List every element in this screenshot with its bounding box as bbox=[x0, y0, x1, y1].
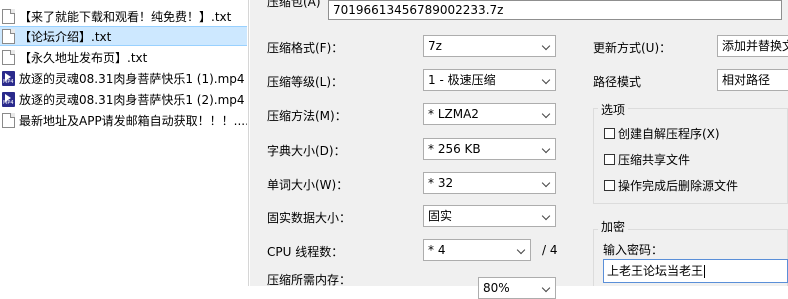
sfx-checkbox[interactable] bbox=[604, 128, 615, 139]
path-mode-select[interactable]: 相对路径 bbox=[717, 69, 788, 91]
file-row[interactable]: 【论坛介绍】.txt bbox=[0, 26, 247, 46]
format-value: 7z bbox=[428, 39, 442, 53]
word-label: 单词大小(W)： bbox=[267, 178, 349, 192]
file-name: 【永久地址发布页】.txt bbox=[19, 50, 148, 65]
update-mode-value: 添加并替换文 bbox=[722, 39, 788, 53]
file-name: 最新地址及APP请发邮箱自动获取！！！.... bbox=[19, 113, 247, 128]
encryption-title: 加密 bbox=[598, 218, 629, 235]
update-mode-select[interactable]: 添加并替换文 bbox=[717, 35, 788, 57]
chevron-down-icon bbox=[514, 240, 530, 260]
delete-label: 操作完成后删除源文件 bbox=[618, 179, 739, 193]
archive-name-input[interactable]: 70196613456789002233.7z bbox=[328, 0, 782, 20]
threads-select[interactable]: * 4 bbox=[423, 239, 531, 261]
method-select[interactable]: * LZMA2 bbox=[423, 103, 556, 125]
text-caret bbox=[704, 265, 706, 278]
file-row[interactable]: 【永久地址发布页】.txt bbox=[0, 47, 247, 67]
file-name: 【论坛介绍】.txt bbox=[19, 29, 112, 44]
password-value: 上老王论坛当老王 bbox=[607, 264, 704, 278]
chevron-down-icon bbox=[539, 278, 555, 298]
chevron-down-icon bbox=[539, 206, 555, 226]
word-select[interactable]: * 32 bbox=[423, 172, 556, 194]
password-label: 输入密码： bbox=[603, 243, 664, 257]
solid-select[interactable]: 固实 bbox=[423, 205, 556, 227]
file-row[interactable]: MP4 放逐的灵魂08.31肉身菩萨快乐1 (2).mp4 bbox=[0, 89, 247, 109]
level-select[interactable]: 1 - 极速压缩 bbox=[423, 69, 556, 91]
mp4-badge: MP4 bbox=[3, 99, 14, 106]
options-title: 选项 bbox=[598, 101, 629, 118]
chevron-down-icon bbox=[539, 70, 555, 90]
dict-label: 字典大小(D)： bbox=[267, 144, 346, 158]
memory-select[interactable]: 80% bbox=[478, 277, 556, 299]
text-file-icon bbox=[2, 112, 15, 128]
level-value: 1 - 极速压缩 bbox=[428, 73, 496, 87]
method-label: 压缩方法(M)： bbox=[267, 109, 347, 123]
threads-value: * 4 bbox=[428, 243, 446, 257]
video-file-icon: MP4 bbox=[2, 91, 15, 107]
path-mode-label: 路径模式 bbox=[593, 75, 642, 89]
chevron-down-icon bbox=[539, 36, 555, 56]
text-file-icon bbox=[2, 28, 15, 44]
level-label: 压缩等级(L)： bbox=[267, 75, 344, 89]
dict-value: * 256 KB bbox=[428, 142, 481, 156]
text-file-icon bbox=[2, 49, 15, 65]
path-mode-value: 相对路径 bbox=[722, 73, 771, 87]
chevron-down-icon bbox=[539, 173, 555, 193]
mp4-badge: MP4 bbox=[3, 78, 14, 85]
shared-label: 压缩共享文件 bbox=[618, 153, 691, 167]
chevron-down-icon bbox=[539, 104, 555, 124]
text-file-icon bbox=[2, 8, 15, 24]
file-name: 【来了就能下载和观看！纯免费！】.txt bbox=[19, 9, 232, 24]
memory-value: 80% bbox=[483, 281, 510, 295]
video-file-icon: MP4 bbox=[2, 70, 15, 86]
format-label: 压缩格式(F)： bbox=[267, 41, 344, 55]
chevron-down-icon bbox=[539, 139, 555, 159]
update-mode-label: 更新方式(U)： bbox=[593, 41, 672, 55]
solid-label: 固实数据大小： bbox=[267, 211, 352, 225]
file-list: 【来了就能下载和观看！纯免费！】.txt 【论坛介绍】.txt 【永久地址发布页… bbox=[0, 0, 249, 286]
threads-label: CPU 线程数： bbox=[267, 245, 344, 259]
file-name: 放逐的灵魂08.31肉身菩萨快乐1 (2).mp4 bbox=[19, 92, 245, 107]
shared-option[interactable]: 压缩共享文件 bbox=[604, 151, 690, 168]
password-input[interactable]: 上老王论坛当老王 bbox=[603, 259, 788, 283]
file-name: 放逐的灵魂08.31肉身菩萨快乐1 (1).mp4 bbox=[19, 71, 245, 86]
method-value: * LZMA2 bbox=[428, 107, 479, 121]
word-value: * 32 bbox=[428, 176, 454, 190]
archive-label: 压缩包(A) bbox=[267, 0, 321, 9]
file-row[interactable]: 【来了就能下载和观看！纯免费！】.txt bbox=[0, 6, 247, 26]
sfx-option[interactable]: 创建自解压程序(X) bbox=[604, 125, 720, 142]
sfx-label: 创建自解压程序(X) bbox=[618, 127, 720, 141]
memory-label: 压缩所需内存： bbox=[267, 273, 352, 287]
delete-option[interactable]: 操作完成后删除源文件 bbox=[604, 177, 738, 194]
format-select[interactable]: 7z bbox=[423, 35, 556, 57]
dict-select[interactable]: * 256 KB bbox=[423, 138, 556, 160]
file-row[interactable]: MP4 放逐的灵魂08.31肉身菩萨快乐1 (1).mp4 bbox=[0, 68, 247, 88]
shared-checkbox[interactable] bbox=[604, 154, 615, 165]
threads-max: / 4 bbox=[542, 243, 558, 257]
file-row[interactable]: 最新地址及APP请发邮箱自动获取！！！.... bbox=[0, 110, 247, 130]
delete-checkbox[interactable] bbox=[604, 180, 615, 191]
solid-value: 固实 bbox=[428, 209, 453, 223]
